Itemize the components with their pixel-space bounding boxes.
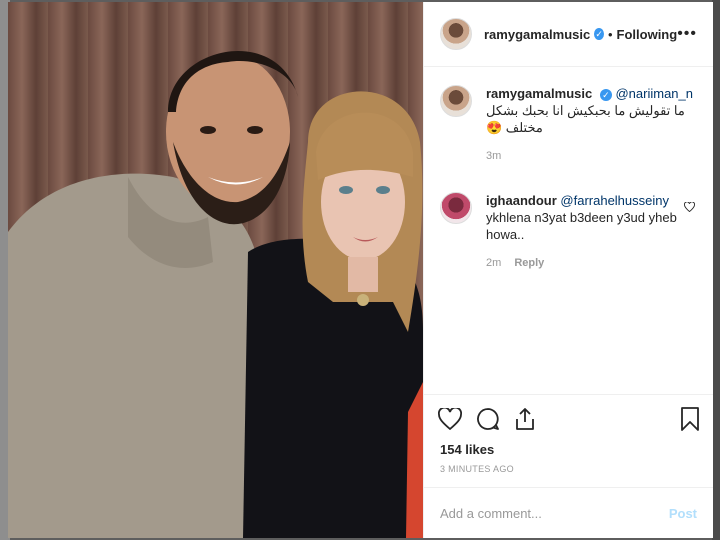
comment-meta: 3m bbox=[486, 150, 697, 162]
comment-like-icon[interactable] bbox=[684, 201, 695, 215]
likes-count[interactable]: 154 likes bbox=[424, 442, 713, 462]
post-button[interactable]: Post bbox=[669, 506, 697, 521]
post-header: ramygamalmusic ✓ • Following ••• bbox=[424, 2, 713, 67]
comment-meta: 2m Reply bbox=[486, 257, 697, 269]
action-bar bbox=[424, 394, 713, 442]
comment-mention[interactable]: @farrahelhusseiny bbox=[560, 193, 669, 208]
author-username[interactable]: ramygamalmusic bbox=[484, 27, 590, 42]
author-avatar[interactable] bbox=[440, 18, 472, 50]
verified-icon: ✓ bbox=[599, 88, 612, 101]
comment-icon[interactable] bbox=[476, 407, 500, 431]
reply-comment: ighaandour @farrahelhusseiny ykhlena n3y… bbox=[440, 192, 697, 269]
add-comment-bar: Post bbox=[424, 488, 713, 538]
comment-content: ramygamalmusic ✓ @nariiman_n ما تقوليش م… bbox=[472, 85, 697, 192]
comment-text: ykhlena n3yat b3deen y3ud yheb howa.. bbox=[486, 210, 677, 242]
verified-icon: ✓ bbox=[594, 28, 604, 40]
commenter-avatar[interactable] bbox=[440, 85, 472, 117]
post-panel: ramygamalmusic ✓ • Following ••• ramygam… bbox=[423, 2, 713, 538]
right-strip bbox=[712, 0, 720, 540]
post-modal: ramygamalmusic ✓ • Following ••• ramygam… bbox=[8, 2, 713, 538]
comments-list: ramygamalmusic ✓ @nariiman_n ما تقوليش م… bbox=[424, 67, 713, 394]
share-icon[interactable] bbox=[514, 407, 536, 431]
following-button[interactable]: Following bbox=[617, 27, 678, 42]
comment-text: ما تقوليش ما بحبكيش انا بحبك بشكل مختلف … bbox=[486, 103, 685, 135]
comment-username[interactable]: ramygamalmusic bbox=[486, 86, 592, 101]
reply-button[interactable]: Reply bbox=[514, 257, 544, 269]
comment-username[interactable]: ighaandour bbox=[486, 193, 557, 208]
comment-body: ighaandour @farrahelhusseiny ykhlena n3y… bbox=[486, 192, 697, 243]
bookmark-icon[interactable] bbox=[681, 406, 699, 431]
comment-content: ighaandour @farrahelhusseiny ykhlena n3y… bbox=[472, 192, 697, 269]
comment-input[interactable] bbox=[440, 505, 669, 521]
post-photo bbox=[8, 2, 423, 538]
comment-time: 3m bbox=[486, 150, 502, 162]
more-icon[interactable]: ••• bbox=[677, 25, 697, 43]
photo-people bbox=[8, 50, 423, 538]
comment-body: ramygamalmusic ✓ @nariiman_n ما تقوليش م… bbox=[486, 85, 697, 136]
comment-time: 2m bbox=[486, 257, 502, 269]
caption-comment: ramygamalmusic ✓ @nariiman_n ما تقوليش م… bbox=[440, 85, 697, 192]
commenter-avatar[interactable] bbox=[440, 192, 472, 224]
heart-icon[interactable] bbox=[438, 407, 462, 430]
comment-mention[interactable]: @nariiman_n bbox=[615, 86, 693, 101]
post-timestamp: 3 MINUTES AGO bbox=[424, 462, 713, 488]
separator-dot: • bbox=[607, 26, 613, 42]
